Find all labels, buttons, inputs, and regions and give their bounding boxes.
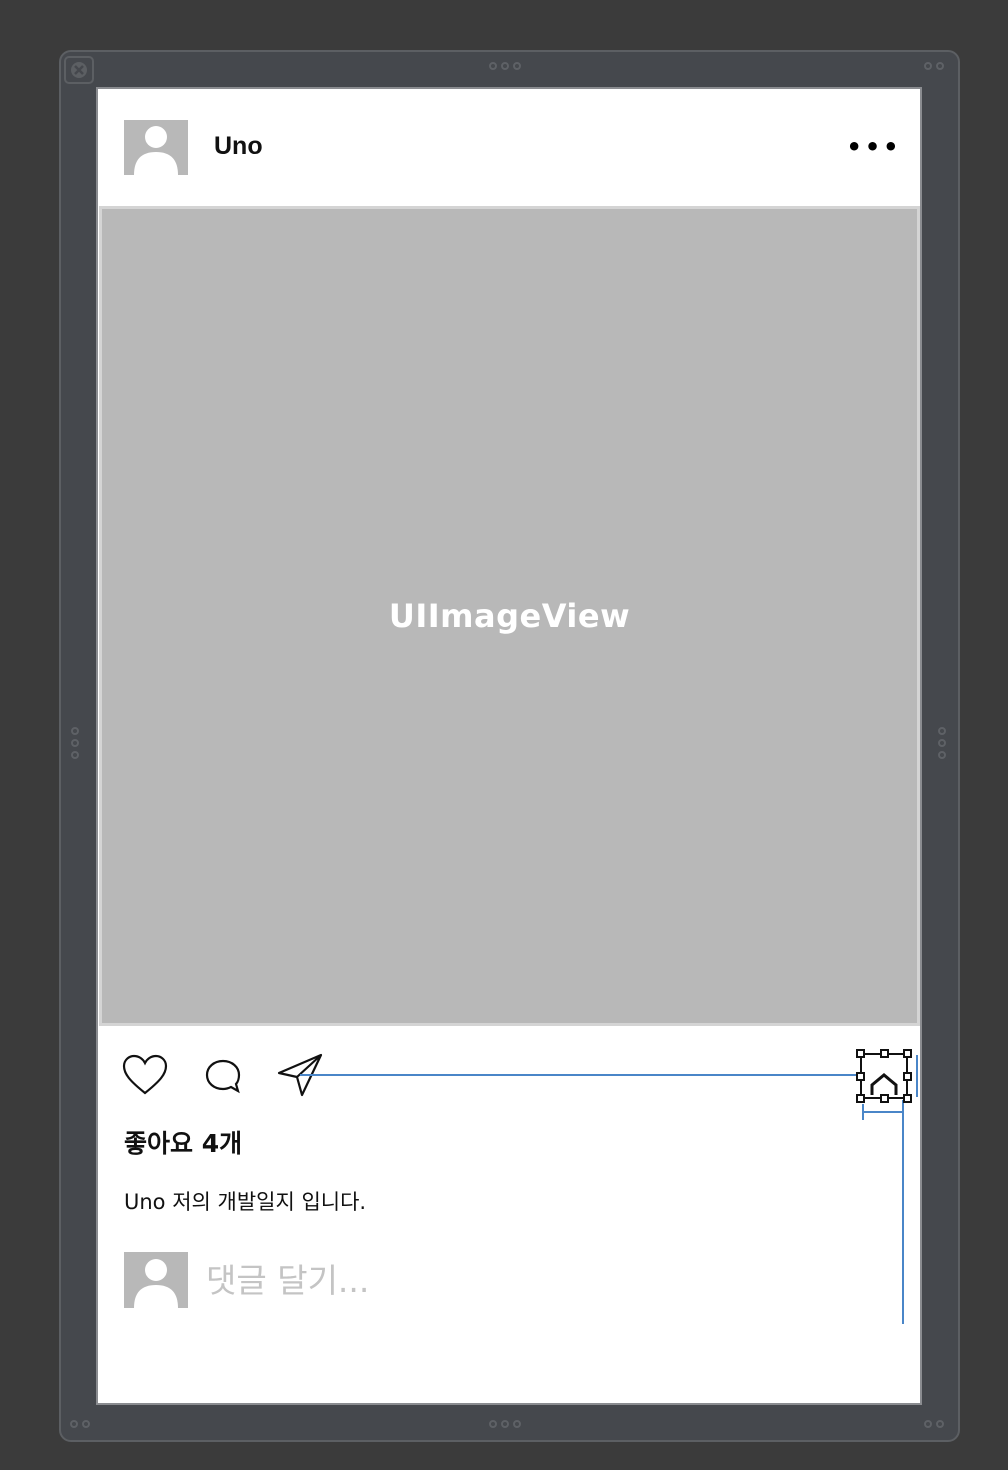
- post-image-view: UIImageView: [99, 206, 920, 1026]
- resize-handle-top-right[interactable]: [924, 62, 944, 70]
- image-view-placeholder-label: UIImageView: [388, 597, 631, 635]
- heart-icon: [122, 1054, 168, 1095]
- speech-bubble-icon: [205, 1059, 241, 1094]
- share-button[interactable]: [276, 1052, 324, 1102]
- resize-handle-bottom-right[interactable]: [924, 1420, 944, 1428]
- person-icon: [134, 1259, 178, 1308]
- person-icon: [134, 126, 178, 175]
- bookmark-button[interactable]: [856, 1049, 912, 1103]
- resize-handle-top[interactable]: [489, 62, 521, 70]
- more-options-button[interactable]: •••: [846, 133, 898, 161]
- comment-button[interactable]: [204, 1058, 242, 1098]
- constraint-guide-width: [862, 1111, 904, 1113]
- username-label[interactable]: Uno: [214, 132, 263, 161]
- header-avatar[interactable]: [124, 120, 188, 175]
- comment-avatar: [124, 1252, 188, 1308]
- constraint-guide-vertical: [902, 1100, 904, 1324]
- resize-handle-right[interactable]: [938, 727, 946, 759]
- bookmark-icon: [870, 1073, 898, 1095]
- resize-handle-bottom-left[interactable]: [70, 1420, 90, 1428]
- resize-handle-left[interactable]: [71, 727, 79, 759]
- constraint-guide-width-cap: [862, 1104, 864, 1120]
- like-button[interactable]: [122, 1054, 168, 1100]
- constraint-guide-height: [916, 1055, 918, 1097]
- likes-count-label: 좋아요 4개: [124, 1129, 243, 1158]
- comment-input[interactable]: [206, 1258, 706, 1302]
- close-icon: [71, 62, 87, 78]
- caption-label: Uno 저의 개발일지 입니다.: [124, 1190, 367, 1214]
- resize-handle-bottom[interactable]: [489, 1420, 521, 1428]
- constraint-guide-horizontal: [300, 1074, 862, 1076]
- scene-close-button[interactable]: [64, 56, 94, 84]
